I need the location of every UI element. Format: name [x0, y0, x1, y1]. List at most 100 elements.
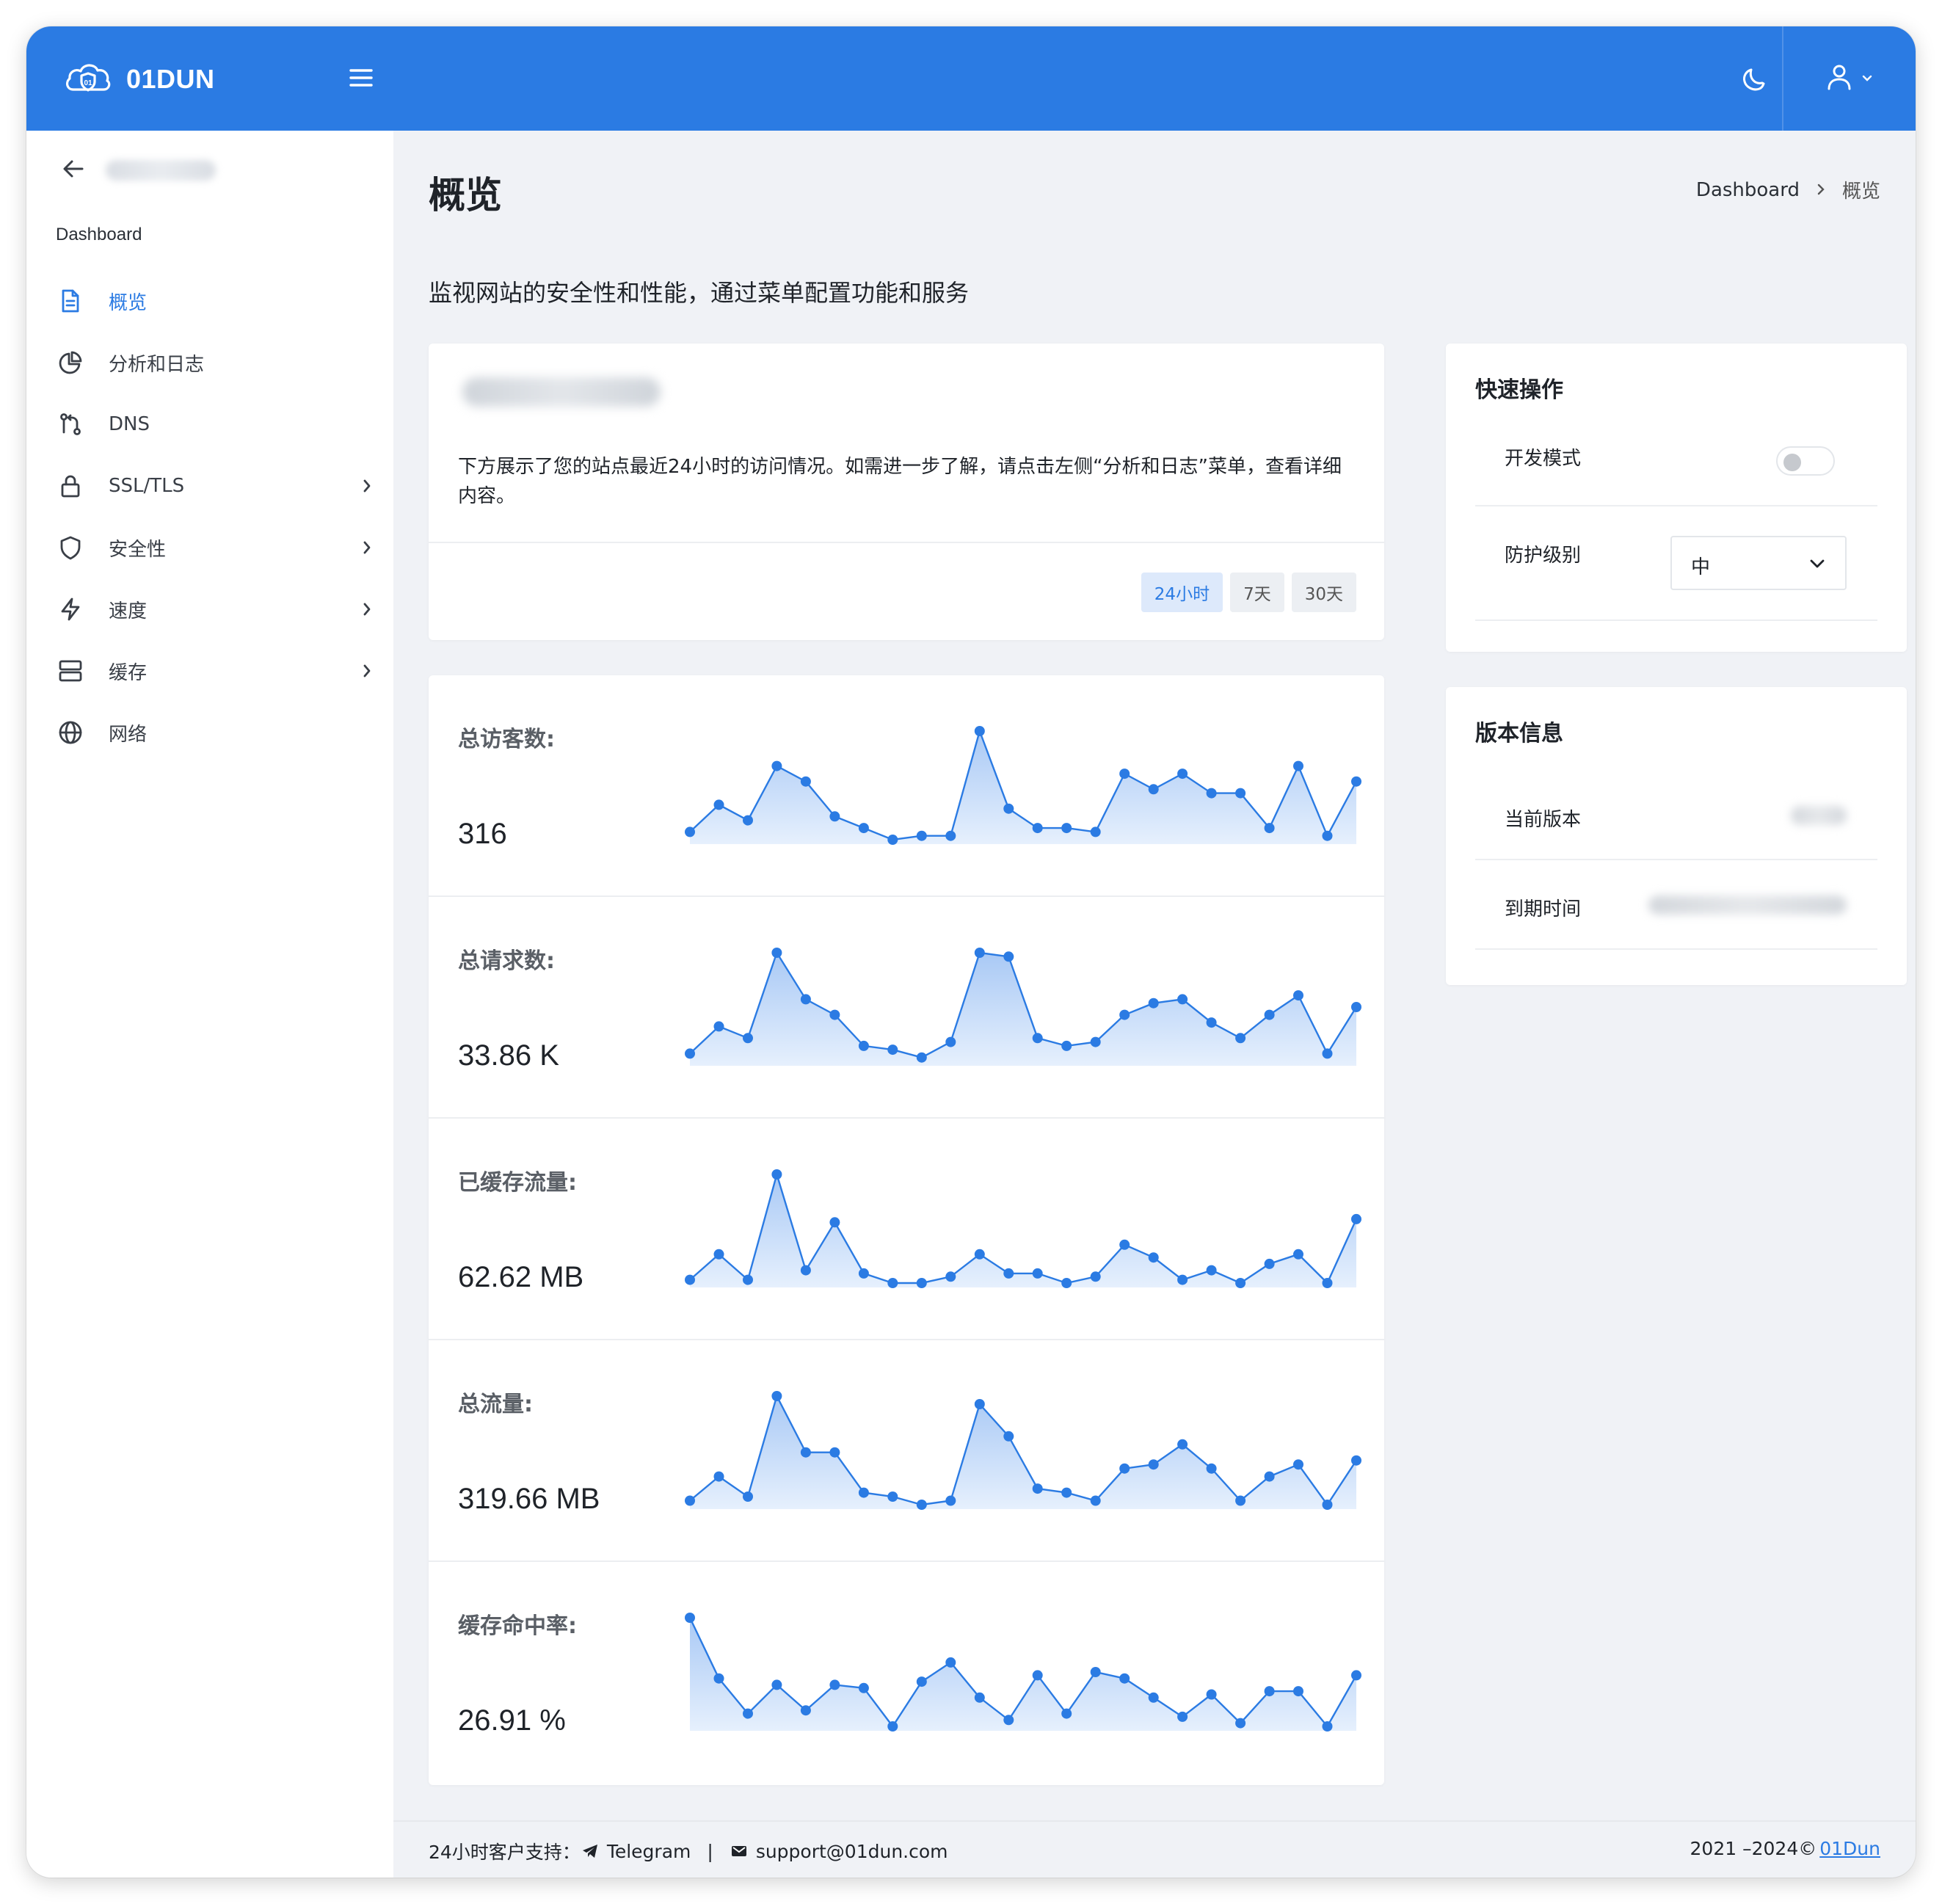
sparkline-point [1264, 823, 1275, 834]
sparkline-point [858, 1040, 869, 1051]
support-email-link[interactable]: support@01dun.com [756, 1841, 948, 1862]
sparkline-chart [685, 948, 1361, 1066]
protection-level-select[interactable]: 中 [1670, 536, 1847, 590]
sparkline-point [1293, 1459, 1303, 1470]
back-to-sites[interactable] [62, 159, 216, 182]
sparkline-point [1235, 1718, 1246, 1729]
sparkline-point [916, 1676, 927, 1687]
stat-row: 总请求数: 33.86 K [429, 897, 1384, 1119]
sparkline-point [945, 1271, 956, 1282]
sparkline-point [1061, 1040, 1072, 1051]
sparkline-point [887, 1721, 898, 1732]
version-info-card: 版本信息 当前版本 到期时间 [1446, 687, 1907, 985]
sparkline-point [1351, 1002, 1361, 1012]
sparkline-point [1032, 823, 1043, 834]
sidebar-item-label: 缓存 [109, 661, 148, 684]
stat-row: 已缓存流量: 62.62 MB [429, 1119, 1384, 1340]
sparkline-area [690, 1174, 1356, 1287]
sparkline-point [771, 1391, 782, 1401]
sparkline-point [1322, 830, 1333, 841]
dev-mode-toggle[interactable] [1776, 446, 1835, 476]
sparkline-area [690, 731, 1356, 844]
chevron-right-icon [355, 659, 379, 683]
sparkline-point [887, 1278, 898, 1288]
sparkline-point [1148, 1459, 1159, 1470]
sparkline-point [916, 1278, 927, 1288]
telegram-icon [581, 1842, 600, 1861]
telegram-link[interactable]: Telegram [607, 1841, 691, 1862]
sidebar-item-label: 分析和日志 [109, 353, 205, 376]
sparkline-point [1032, 1033, 1043, 1044]
sidebar-item-1[interactable]: 分析和日志 [56, 332, 379, 393]
range-button-1[interactable]: 7天 [1230, 573, 1284, 612]
footer: 24小时客户支持： Telegram | support@01dun.com 2… [393, 1820, 1916, 1878]
protection-level-row: 防护级别 中 [1475, 506, 1877, 621]
range-button-0[interactable]: 24小时 [1141, 573, 1223, 612]
sidebar-nav: 概览 分析和日志 DNS SSL/TLS 安全性 速度 缓存 网络 [56, 270, 379, 763]
brand-link[interactable]: 01Dun [1819, 1838, 1880, 1859]
stat-value: 319.66 MB [458, 1483, 600, 1515]
sparkline-point [1235, 1278, 1246, 1288]
sparkline-point [1090, 1271, 1101, 1282]
breadcrumb-root[interactable]: Dashboard [1696, 179, 1800, 201]
sparkline-point [829, 1009, 840, 1020]
sparkline-point [685, 826, 695, 837]
dark-mode-toggle-button[interactable] [1729, 54, 1781, 106]
sidebar-item-7[interactable]: 网络 [56, 702, 379, 763]
cloud-shield-logo-icon: 01 [63, 57, 113, 101]
sparkline-point [1322, 1048, 1333, 1059]
sparkline-point [887, 1044, 898, 1055]
breadcrumb-current: 概览 [1841, 181, 1880, 203]
sparkline-point [743, 1274, 753, 1285]
stat-label: 总流量: [458, 1392, 533, 1417]
stat-row: 缓存命中率: 26.91 % [429, 1562, 1384, 1784]
user-menu-button[interactable] [1782, 26, 1916, 131]
sparkline-point [1148, 1252, 1159, 1263]
sparkline-point [887, 1491, 898, 1502]
menu-toggle-button[interactable] [341, 59, 382, 100]
sparkline-point [713, 1249, 724, 1260]
sparkline-point [974, 1692, 985, 1703]
sparkline-point [1293, 1686, 1303, 1697]
pie-chart-icon [56, 348, 85, 377]
sidebar-item-4[interactable]: 安全性 [56, 517, 379, 578]
toggle-knob [1783, 454, 1801, 471]
sidebar-item-6[interactable]: 缓存 [56, 640, 379, 702]
sidebar-item-3[interactable]: SSL/TLS [56, 455, 379, 517]
sparkline-point [1264, 1009, 1275, 1020]
sparkline-point [1293, 990, 1303, 1001]
chevron-right-icon [355, 597, 379, 621]
sparkline-point [685, 1613, 695, 1623]
sparkline-point [1032, 1670, 1043, 1681]
sparkline-point [743, 1491, 753, 1502]
sidebar-item-2[interactable]: DNS [56, 393, 379, 455]
stat-label: 总访客数: [458, 727, 555, 752]
lightning-icon [56, 595, 85, 624]
protection-level-label: 防护级别 [1505, 545, 1582, 567]
site-description: 下方展示了您的站点最近24小时的访问情况。如需进一步了解，请点击左侧“分析和日志… [458, 456, 1342, 507]
brand-logo[interactable]: 01 01DUN [63, 57, 215, 101]
sidebar-item-0[interactable]: 概览 [56, 270, 379, 332]
sparkline-point [1351, 776, 1361, 787]
range-button-2[interactable]: 30天 [1291, 573, 1356, 612]
stat-label: 已缓存流量: [458, 1170, 577, 1196]
sparkline-point [945, 1657, 956, 1668]
sparkline-point [713, 1021, 724, 1032]
sparkline-point [1322, 1721, 1333, 1732]
sparkline-point [1351, 1670, 1361, 1681]
sidebar-item-5[interactable]: 速度 [56, 578, 379, 640]
expiry-label: 到期时间 [1505, 898, 1582, 920]
sparkline-point [1264, 1686, 1275, 1697]
chevron-right-icon [355, 474, 379, 498]
route-icon [56, 410, 85, 439]
server-icon [56, 656, 85, 686]
sparkline-point [1322, 1500, 1333, 1510]
sparkline-area [690, 1618, 1356, 1731]
expiry-date-redacted [1648, 895, 1847, 915]
sparkline-point [829, 1679, 840, 1690]
sparkline-point [743, 815, 753, 826]
sparkline-point [771, 760, 782, 771]
current-version-label: 当前版本 [1505, 809, 1582, 831]
sparkline-point [1090, 1495, 1101, 1506]
hamburger-icon [349, 68, 374, 91]
